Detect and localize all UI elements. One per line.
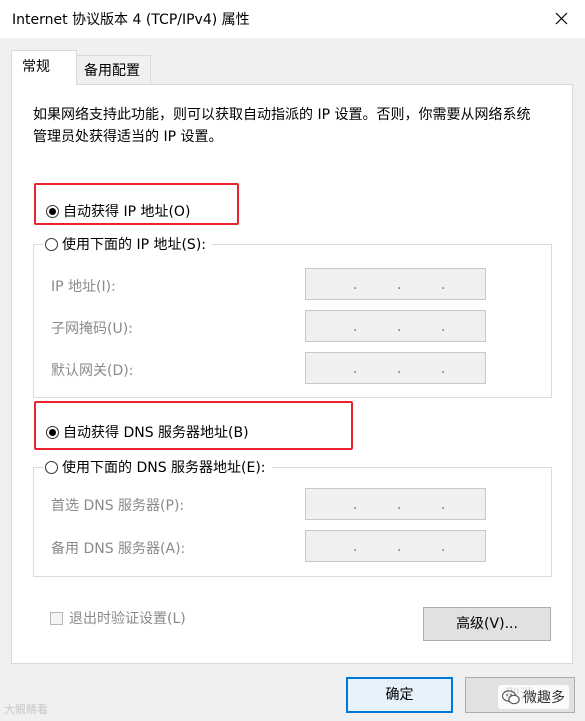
close-button[interactable] (539, 0, 585, 38)
radio-auto-dns[interactable]: 自动获得 DNS 服务器地址(B) (46, 422, 249, 442)
tab-general-label: 常规 (22, 59, 50, 75)
window-title: Internet 协议版本 4 (TCP/IPv4) 属性 (12, 12, 250, 28)
radio-auto-ip[interactable]: 自动获得 IP 地址(O) (46, 201, 190, 221)
subnet-mask-label: 子网掩码(U): (51, 321, 133, 337)
radio-auto-dns-indicator (46, 425, 59, 439)
wechat-badge: 微趣多 (498, 685, 569, 709)
radio-manual-ip[interactable]: 使用下面的 IP 地址(S): (43, 234, 212, 254)
validate-settings-checkbox[interactable] (50, 611, 63, 625)
subnet-mask-field[interactable]: ... (305, 310, 486, 342)
preferred-dns-field[interactable]: ... (305, 488, 486, 520)
ok-button[interactable]: 确定 (346, 677, 453, 713)
radio-auto-dns-label: 自动获得 DNS 服务器地址(B) (63, 425, 249, 441)
alternate-dns-label: 备用 DNS 服务器(A): (51, 541, 186, 557)
default-gateway-label: 默认网关(D): (51, 363, 134, 379)
alternate-dns-field[interactable]: ... (305, 530, 486, 562)
tab-general[interactable]: 常规 (11, 50, 77, 85)
preferred-dns-label: 首选 DNS 服务器(P): (51, 498, 185, 514)
validate-settings-checkbox-row[interactable]: 退出时验证设置(L) (50, 608, 186, 628)
radio-manual-dns[interactable]: 使用下面的 DNS 服务器地址(E): (43, 457, 272, 477)
title-bar: Internet 协议版本 4 (TCP/IPv4) 属性 (0, 0, 585, 38)
intro-text: 如果网络支持此功能，则可以获取自动指派的 IP 设置。否则，你需要从网络系统管理… (33, 107, 531, 145)
wechat-icon (502, 689, 520, 704)
ip-address-label: IP 地址(I): (51, 279, 116, 295)
radio-auto-ip-indicator (46, 204, 59, 218)
default-gateway-field[interactable]: ... (305, 352, 486, 384)
radio-auto-ip-label: 自动获得 IP 地址(O) (63, 204, 191, 220)
ip-address-field[interactable]: ... (305, 268, 486, 300)
radio-manual-dns-label: 使用下面的 DNS 服务器地址(E): (62, 460, 266, 476)
close-icon (555, 12, 568, 25)
advanced-button[interactable]: 高级(V)... (423, 607, 551, 641)
radio-manual-ip-label: 使用下面的 IP 地址(S): (62, 237, 206, 253)
watermark-text: 大眼睛看 (4, 703, 48, 716)
tab-alternate-label: 备用配置 (84, 63, 140, 79)
tab-alternate-configuration[interactable]: 备用配置 (76, 55, 151, 85)
radio-manual-ip-indicator (45, 237, 58, 251)
validate-settings-label: 退出时验证设置(L) (69, 611, 186, 627)
wechat-badge-label: 微趣多 (523, 690, 565, 706)
radio-manual-dns-indicator (45, 460, 58, 474)
